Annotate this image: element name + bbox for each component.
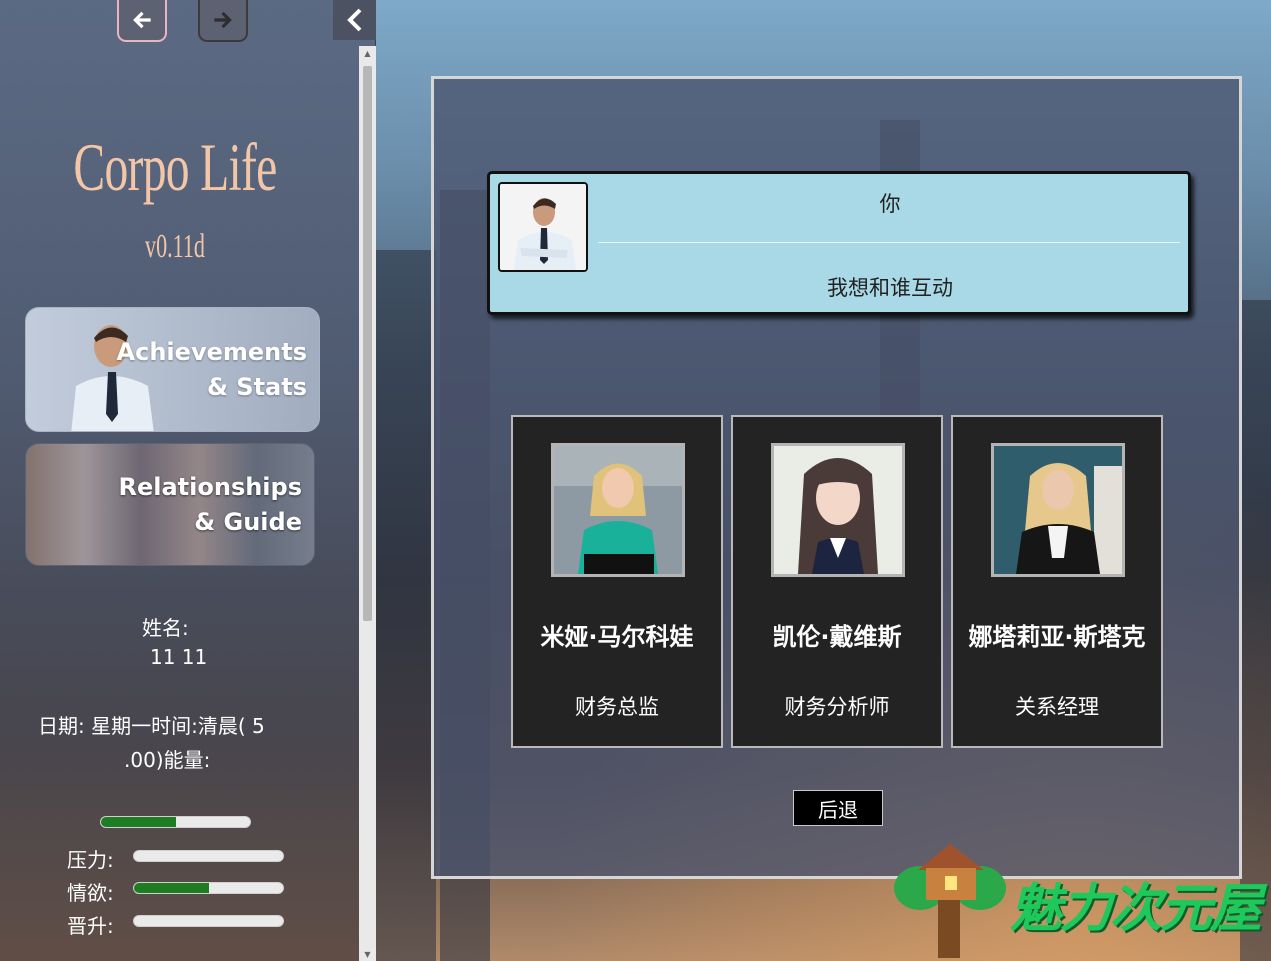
lust-bar: [133, 882, 284, 894]
relationships-label-line1: Relationships: [118, 472, 302, 501]
character-portrait-icon: [554, 446, 682, 574]
interaction-dialog: 你 我想和谁互动 米娅·马尔科娃 财务总监 凯伦·戴维斯 财务分析师 娜塔莉亚·…: [431, 76, 1242, 879]
character-card-karen[interactable]: 凯伦·戴维斯 财务分析师: [731, 415, 943, 748]
speaker-name: 你: [879, 192, 901, 216]
speaker-avatar: [498, 182, 588, 272]
name-value: 11 11: [150, 645, 208, 669]
promotion-bar: [133, 915, 284, 927]
achievements-label: Achievements & Stats: [117, 335, 307, 405]
lust-bar-fill: [134, 883, 209, 893]
arrow-right-icon: [214, 11, 232, 29]
character-portrait-icon: [994, 446, 1122, 574]
achievements-stats-button[interactable]: Achievements & Stats: [25, 307, 320, 432]
character-role: 财务总监: [575, 695, 659, 719]
sidebar-scrollbar[interactable]: ▲ ▼: [359, 46, 376, 961]
back-button[interactable]: 后退: [793, 790, 883, 826]
promotion-label: 晋升:: [67, 914, 114, 938]
name-label: 姓名:: [142, 616, 189, 640]
character-portrait: [771, 443, 905, 577]
stress-bar: [133, 850, 284, 862]
character-name: 凯伦·戴维斯: [772, 623, 902, 651]
lust-label: 情欲:: [67, 881, 114, 905]
character-portrait-icon: [774, 446, 902, 574]
character-role: 财务分析师: [784, 695, 890, 719]
watermark: 魅力次元屋: [890, 838, 1271, 958]
character-name: 娜塔莉亚·斯塔克: [968, 623, 1146, 651]
history-forward-button[interactable]: [198, 0, 248, 42]
character-role: 关系经理: [1015, 695, 1099, 719]
player-portrait-icon: [500, 184, 586, 270]
history-back-button[interactable]: [117, 0, 167, 42]
energy-bar-fill: [101, 817, 176, 827]
character-name: 米娅·马尔科娃: [540, 623, 694, 651]
energy-status: .00)能量:: [124, 748, 211, 772]
game-title: Corpo Life: [73, 129, 277, 205]
scrollbar-thumb[interactable]: [363, 66, 372, 621]
speaker-box: 你 我想和谁互动: [487, 171, 1191, 315]
character-portrait: [551, 443, 685, 577]
sidebar-toggle-button[interactable]: [333, 0, 376, 40]
scroll-up-icon[interactable]: ▲: [359, 46, 376, 60]
sidebar: ▲ ▼ Corpo Life v0.11d Achievements & Sta…: [0, 0, 376, 961]
achievements-label-line1: Achievements: [116, 337, 307, 366]
treehouse-logo-icon: [894, 844, 1006, 958]
background-building: [376, 250, 436, 961]
stress-label: 压力:: [67, 848, 114, 872]
watermark-text: 魅力次元屋: [1010, 879, 1262, 939]
character-portrait: [991, 443, 1125, 577]
achievements-label-line2: & Stats: [207, 372, 307, 401]
arrow-left-icon: [133, 11, 151, 29]
game-version: v0.11d: [145, 228, 205, 265]
character-card-mia[interactable]: 米娅·马尔科娃 财务总监: [511, 415, 723, 748]
relationships-label: Relationships & Guide: [118, 470, 302, 540]
character-card-natalia[interactable]: 娜塔莉亚·斯塔克 关系经理: [951, 415, 1163, 748]
chevron-left-icon: [346, 8, 361, 32]
speaker-divider: [598, 242, 1180, 243]
speaker-line: 我想和谁互动: [827, 276, 953, 300]
relationships-label-line2: & Guide: [194, 507, 302, 536]
date-time-status: 日期: 星期一时间:清晨( 5: [38, 714, 265, 738]
relationships-guide-button[interactable]: Relationships & Guide: [25, 443, 315, 566]
scroll-down-icon[interactable]: ▼: [359, 947, 376, 961]
energy-bar: [100, 816, 251, 828]
